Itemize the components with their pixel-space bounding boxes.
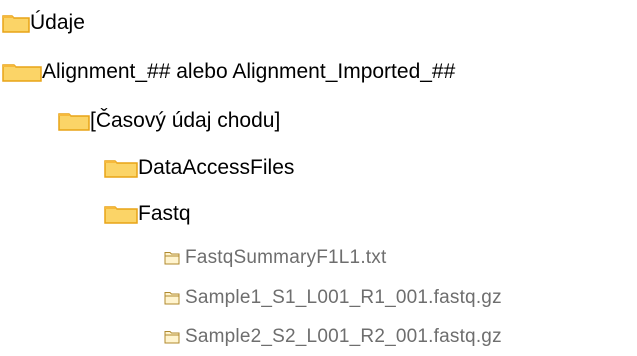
tree-item-fastq[interactable]: Fastq [104, 201, 191, 227]
tree-item-label: Fastq [138, 202, 191, 225]
file-folder-icon [164, 251, 180, 265]
tree-item-label: [Časový údaj chodu] [90, 109, 281, 132]
tree-item-label: Údaje [30, 11, 85, 34]
tree-item-dataaccessfiles[interactable]: DataAccessFiles [104, 155, 294, 181]
tree-item-sample1[interactable]: Sample1_S1_L001_R1_001.fastq.gz [164, 286, 502, 310]
tree-item-fastqsummary[interactable]: FastqSummaryF1L1.txt [164, 246, 386, 270]
tree-item-sample2[interactable]: Sample2_S2_L001_R2_001.fastq.gz [164, 325, 502, 349]
file-folder-icon [164, 291, 180, 305]
tree-item-label: FastqSummaryF1L1.txt [185, 247, 387, 268]
tree-item-udaje[interactable]: Údaje [2, 10, 85, 36]
folder-icon [104, 204, 138, 224]
folder-icon [2, 13, 30, 33]
tree-item-alignment[interactable]: Alignment_## alebo Alignment_Imported_## [2, 59, 455, 85]
folder-icon [2, 62, 42, 82]
folder-icon [58, 111, 90, 131]
tree-item-label: Alignment_## alebo Alignment_Imported_## [42, 60, 456, 83]
folder-icon [104, 158, 138, 178]
tree-item-label: DataAccessFiles [138, 156, 295, 179]
tree-item-label: Sample2_S2_L001_R2_001.fastq.gz [185, 326, 502, 347]
file-folder-icon [164, 330, 180, 344]
tree-item-run-timestamp[interactable]: [Časový údaj chodu] [58, 108, 280, 134]
tree-item-label: Sample1_S1_L001_R1_001.fastq.gz [185, 287, 502, 308]
